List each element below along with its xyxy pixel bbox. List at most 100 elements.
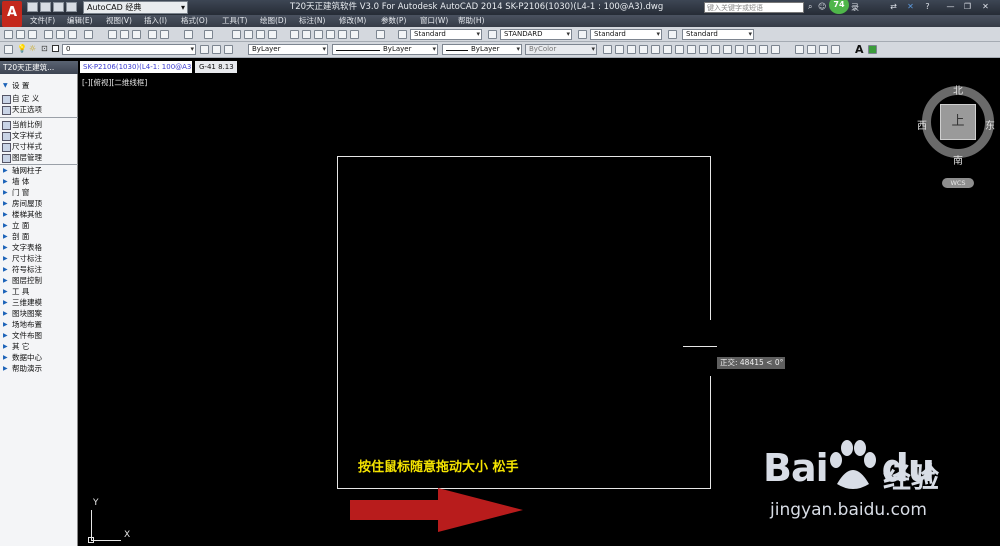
markup-icon[interactable] <box>338 30 347 39</box>
search-input[interactable]: 键入关键字或短语 <box>704 2 804 13</box>
palette-category[interactable]: ▶ 墙 体 <box>0 176 78 187</box>
close-window-button[interactable]: ✕ <box>980 2 991 12</box>
menu-draw[interactable]: 绘图(D) <box>260 15 287 27</box>
make-current-icon[interactable] <box>200 45 209 54</box>
cut-icon[interactable] <box>108 30 117 39</box>
new-file-icon[interactable] <box>27 2 38 12</box>
design-center-icon[interactable] <box>302 30 311 39</box>
rectangle-icon[interactable] <box>651 45 660 54</box>
user-icon[interactable]: ☺ <box>818 2 827 12</box>
palette-category[interactable]: ▶ 门 窗 <box>0 187 78 198</box>
close-x-icon[interactable]: ✕ <box>905 2 916 12</box>
palette-category[interactable]: ▶ 符号标注 <box>0 264 78 275</box>
plot-icon[interactable] <box>44 30 53 39</box>
palette-category[interactable]: ▶ 文件布图 <box>0 330 78 341</box>
wcs-menu[interactable]: WCS <box>942 178 974 188</box>
menu-modify[interactable]: 修改(M) <box>339 15 366 27</box>
circle-icon[interactable] <box>675 45 684 54</box>
multileader-style-icon[interactable] <box>668 30 677 39</box>
search-icon[interactable]: ⌕ <box>808 2 817 12</box>
plot-preview-icon[interactable] <box>56 30 65 39</box>
palette-category[interactable]: ▶ 剖 面 <box>0 231 78 242</box>
color-select[interactable]: ByLayer <box>248 44 328 55</box>
text-style-icon[interactable] <box>398 30 407 39</box>
print-icon[interactable] <box>66 2 77 12</box>
construction-line-icon[interactable] <box>615 45 624 54</box>
scale-tab[interactable]: G-41 8.13 <box>195 61 237 73</box>
properties-icon[interactable] <box>290 30 299 39</box>
undo-icon[interactable] <box>184 30 193 39</box>
workspace-selector[interactable]: AutoCAD 经典 ▾ <box>83 1 188 14</box>
gradient-icon[interactable] <box>795 45 804 54</box>
publish-icon[interactable] <box>68 30 77 39</box>
layer-state-icon[interactable] <box>224 45 233 54</box>
copy-icon[interactable] <box>120 30 129 39</box>
multiline-text-icon[interactable]: A <box>855 43 864 56</box>
text-style-select[interactable]: Standard <box>410 29 482 40</box>
palette-item-layer-manager[interactable]: 图层管理 <box>0 152 78 163</box>
point-icon[interactable] <box>759 45 768 54</box>
palette-item-current-scale[interactable]: 当前比例 <box>0 119 78 130</box>
add-selected-icon[interactable] <box>868 45 877 54</box>
layer-select[interactable]: 0 <box>62 44 196 55</box>
save-icon[interactable] <box>28 30 37 39</box>
palette-category[interactable]: ▶ 场地布置 <box>0 319 78 330</box>
zoom-realtime-icon[interactable] <box>244 30 253 39</box>
quickcalc-icon[interactable] <box>350 30 359 39</box>
match-properties-icon[interactable] <box>148 30 157 39</box>
table-style-select[interactable]: Standard <box>590 29 662 40</box>
menu-help[interactable]: 帮助(H) <box>458 15 485 27</box>
palette-category[interactable]: ▶ 其 它 <box>0 341 78 352</box>
lock-icon[interactable]: ⊡ <box>41 44 48 53</box>
compass-west[interactable]: 西 <box>917 117 927 132</box>
menu-edit[interactable]: 编辑(E) <box>67 15 93 27</box>
revision-cloud-icon[interactable] <box>687 45 696 54</box>
palette-category[interactable]: ▶ 图层控制 <box>0 275 78 286</box>
pan-icon[interactable] <box>232 30 241 39</box>
menu-file[interactable]: 文件(F) <box>30 15 55 27</box>
sheet-set-icon[interactable] <box>326 30 335 39</box>
open-icon[interactable] <box>16 30 25 39</box>
palette-title[interactable]: T20天正建筑... <box>0 61 78 74</box>
palette-category[interactable]: ▶ 帮助演示 <box>0 363 78 374</box>
help-icon[interactable]: ? <box>922 2 933 12</box>
palette-category[interactable]: ▶ 立 面 <box>0 220 78 231</box>
tool-palettes-icon[interactable] <box>314 30 323 39</box>
minimize-button[interactable]: — <box>945 2 956 12</box>
palette-category[interactable]: ▶ 数据中心 <box>0 352 78 363</box>
spline-icon[interactable] <box>699 45 708 54</box>
viewport-controls[interactable]: [-][俯视][二维线框] <box>82 77 147 88</box>
ellipse-arc-icon[interactable] <box>723 45 732 54</box>
palette-item-options[interactable]: 天正选项 <box>0 104 78 115</box>
layer-manager-icon[interactable] <box>4 45 13 54</box>
redo-icon[interactable] <box>204 30 213 39</box>
menu-window[interactable]: 窗口(W) <box>420 15 448 27</box>
app-logo-icon[interactable]: A <box>2 1 22 27</box>
polyline-icon[interactable] <box>627 45 636 54</box>
lightbulb-icon[interactable]: 💡 <box>17 44 27 53</box>
open-file-icon[interactable] <box>40 2 51 12</box>
table-style-icon[interactable] <box>578 30 587 39</box>
compass-south[interactable]: 南 <box>953 152 963 167</box>
new-icon[interactable] <box>4 30 13 39</box>
save-icon[interactable] <box>53 2 64 12</box>
palette-category[interactable]: ▶ 楼梯其他 <box>0 209 78 220</box>
menu-format[interactable]: 格式(O) <box>181 15 208 27</box>
drawn-rectangle[interactable] <box>337 156 711 489</box>
multileader-style-select[interactable]: Standard <box>682 29 754 40</box>
polygon-icon[interactable] <box>639 45 648 54</box>
table-icon[interactable] <box>819 45 828 54</box>
compass-north[interactable]: 北 <box>953 82 963 97</box>
menu-parameters[interactable]: 参数(P) <box>381 15 406 27</box>
make-block-icon[interactable] <box>747 45 756 54</box>
palette-category[interactable]: ▶ 轴网柱子 <box>0 165 78 176</box>
hatch-icon[interactable] <box>771 45 780 54</box>
3d-print-icon[interactable] <box>84 30 93 39</box>
menu-dimension[interactable]: 标注(N) <box>299 15 325 27</box>
layer-previous-icon[interactable] <box>212 45 221 54</box>
palette-item-customize[interactable]: 自 定 义 <box>0 93 78 104</box>
region-icon[interactable] <box>807 45 816 54</box>
menu-view[interactable]: 视图(V) <box>106 15 132 27</box>
paste-icon[interactable] <box>132 30 141 39</box>
ellipse-icon[interactable] <box>711 45 720 54</box>
